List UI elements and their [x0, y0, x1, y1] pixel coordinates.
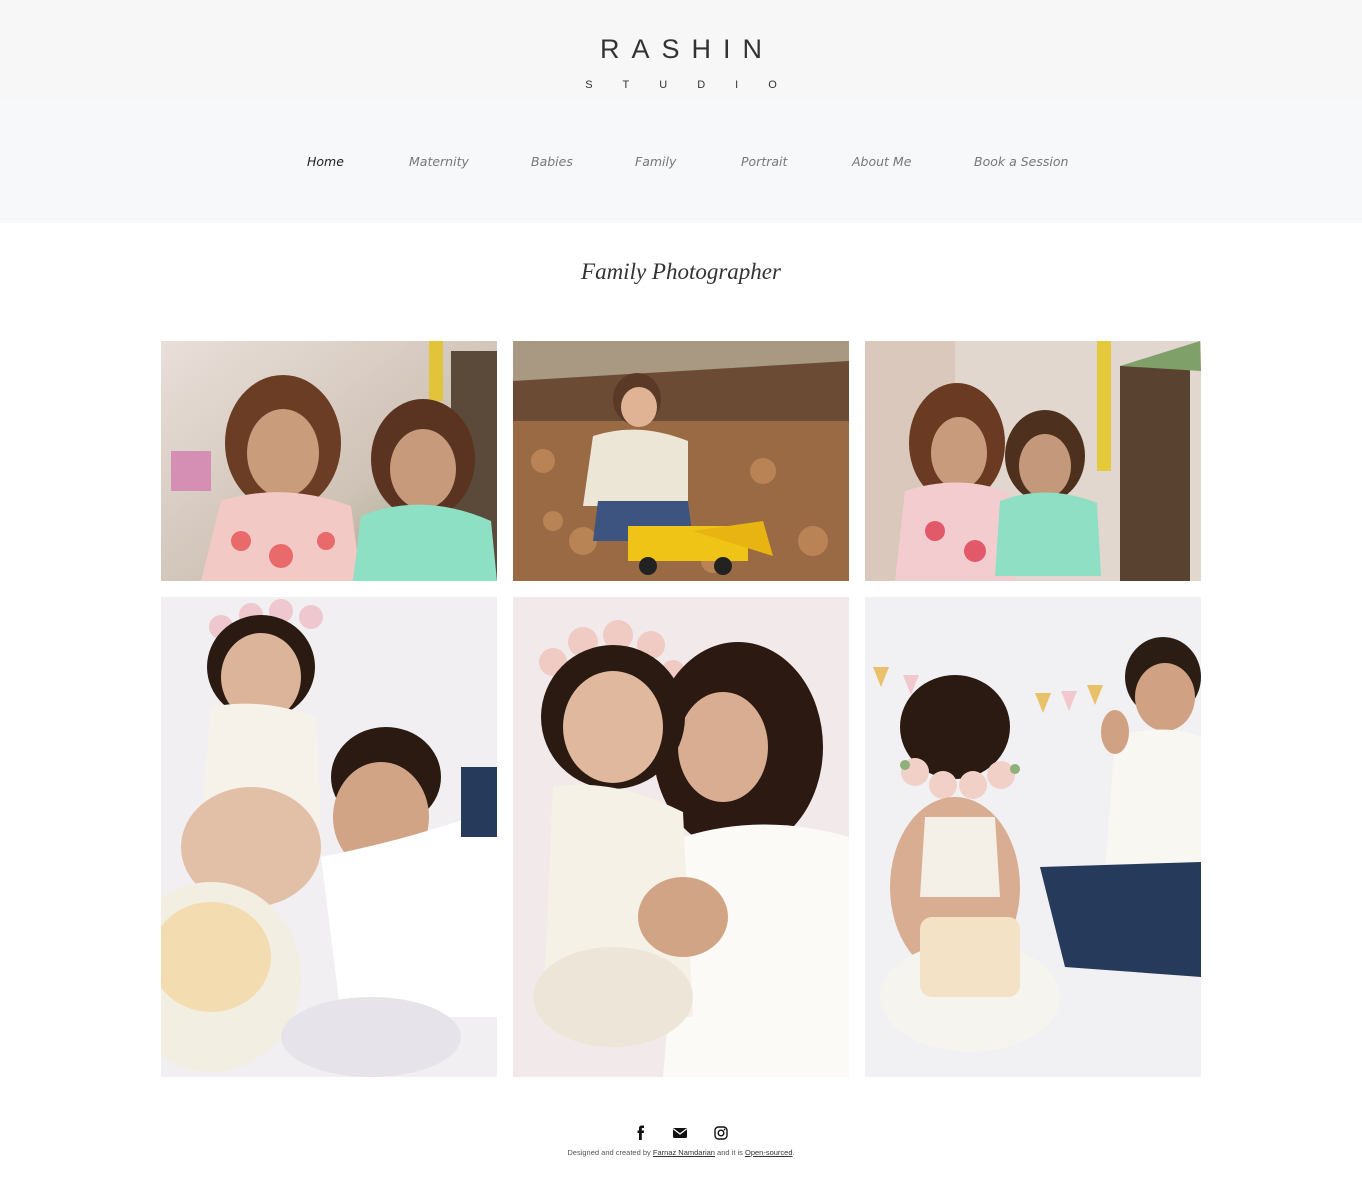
nav-item-babies[interactable]: Babies — [531, 154, 573, 169]
instagram-icon[interactable] — [713, 1125, 729, 1141]
nav-item-portrait[interactable]: Portrait — [741, 154, 787, 169]
photo-toddler-autumn-leaves-toy-truck[interactable] — [513, 341, 849, 581]
footer-text-before: Designed and created by — [567, 1148, 653, 1157]
footer-text-after: . — [792, 1148, 795, 1157]
footer-social-icons — [0, 1125, 1362, 1143]
footer-text-middle: and it is — [714, 1148, 745, 1157]
brand-subtitle[interactable]: STUDIO — [0, 79, 1362, 91]
nav-item-about-me[interactable]: About Me — [852, 154, 911, 169]
photo-cake-smash-siblings[interactable] — [865, 597, 1201, 1077]
photo-mother-holding-baby[interactable] — [513, 597, 849, 1077]
nav-item-book-a-session[interactable]: Book a Session — [974, 154, 1068, 169]
nav-item-home[interactable]: Home — [307, 154, 344, 169]
page-title: Family Photographer — [581, 259, 781, 284]
nav-item-maternity[interactable]: Maternity — [409, 154, 469, 169]
email-icon[interactable] — [672, 1125, 688, 1141]
facebook-icon[interactable] — [633, 1125, 649, 1141]
open-source-link[interactable]: Open-sourced — [745, 1148, 793, 1157]
nav-item-family[interactable]: Family — [635, 154, 676, 169]
brand-name[interactable]: RASHIN — [0, 34, 1362, 65]
footer-credits: Designed and created by Farnaz Namdarian… — [0, 1148, 1362, 1157]
photo-two-children-smiling[interactable] — [161, 341, 497, 581]
author-link[interactable]: Farnaz Namdarian — [653, 1148, 715, 1157]
main-nav: Home Maternity Babies Family Portrait Ab… — [0, 154, 1362, 174]
photo-two-children-porch[interactable] — [865, 341, 1201, 581]
site-header: RASHIN STUDIO Home Maternity Babies Fami… — [0, 0, 1362, 223]
photo-cake-smash-boy-girl[interactable] — [161, 597, 497, 1077]
